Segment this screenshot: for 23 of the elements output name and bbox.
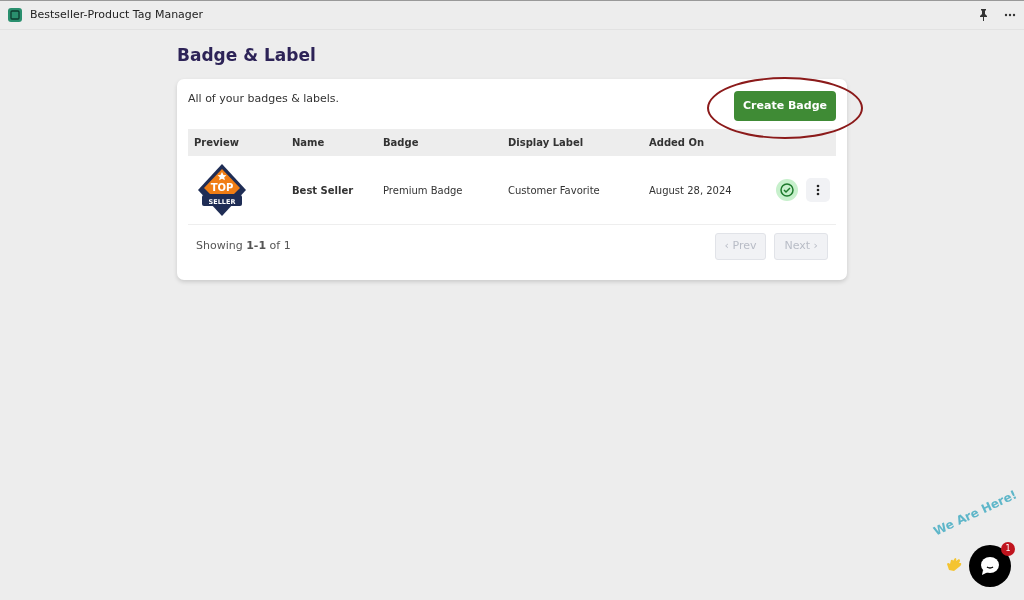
create-badge-button[interactable]: Create Badge xyxy=(734,90,836,121)
column-header: Name xyxy=(292,136,326,150)
status-check-icon[interactable] xyxy=(776,179,798,201)
pin-icon[interactable] xyxy=(979,9,988,21)
waving-hand-icon xyxy=(944,556,964,572)
notification-badge: 1 xyxy=(1001,542,1015,556)
page-title: Badge & Label xyxy=(177,44,317,67)
kebab-icon xyxy=(816,184,820,196)
badge-name: Best Seller xyxy=(292,183,355,198)
app-logo-icon xyxy=(8,8,22,22)
column-header: Display Label xyxy=(508,136,585,150)
column-header: Badge xyxy=(383,136,420,150)
pagination-summary: Showing 1-1 of 1 xyxy=(196,238,291,254)
badge-type: Premium Badge xyxy=(383,183,464,198)
column-header: Preview xyxy=(194,136,240,150)
column-header: Added On xyxy=(649,136,706,150)
more-icon[interactable] xyxy=(1004,13,1016,17)
display-label: Customer Favorite xyxy=(508,183,601,198)
app-title: Bestseller-Product Tag Manager xyxy=(30,6,204,23)
added-date: August 28, 2024 xyxy=(649,183,733,198)
chat-bubble-icon xyxy=(979,556,1001,576)
more-actions-button[interactable] xyxy=(806,178,830,202)
card-description: All of your badges & labels. xyxy=(188,90,340,107)
